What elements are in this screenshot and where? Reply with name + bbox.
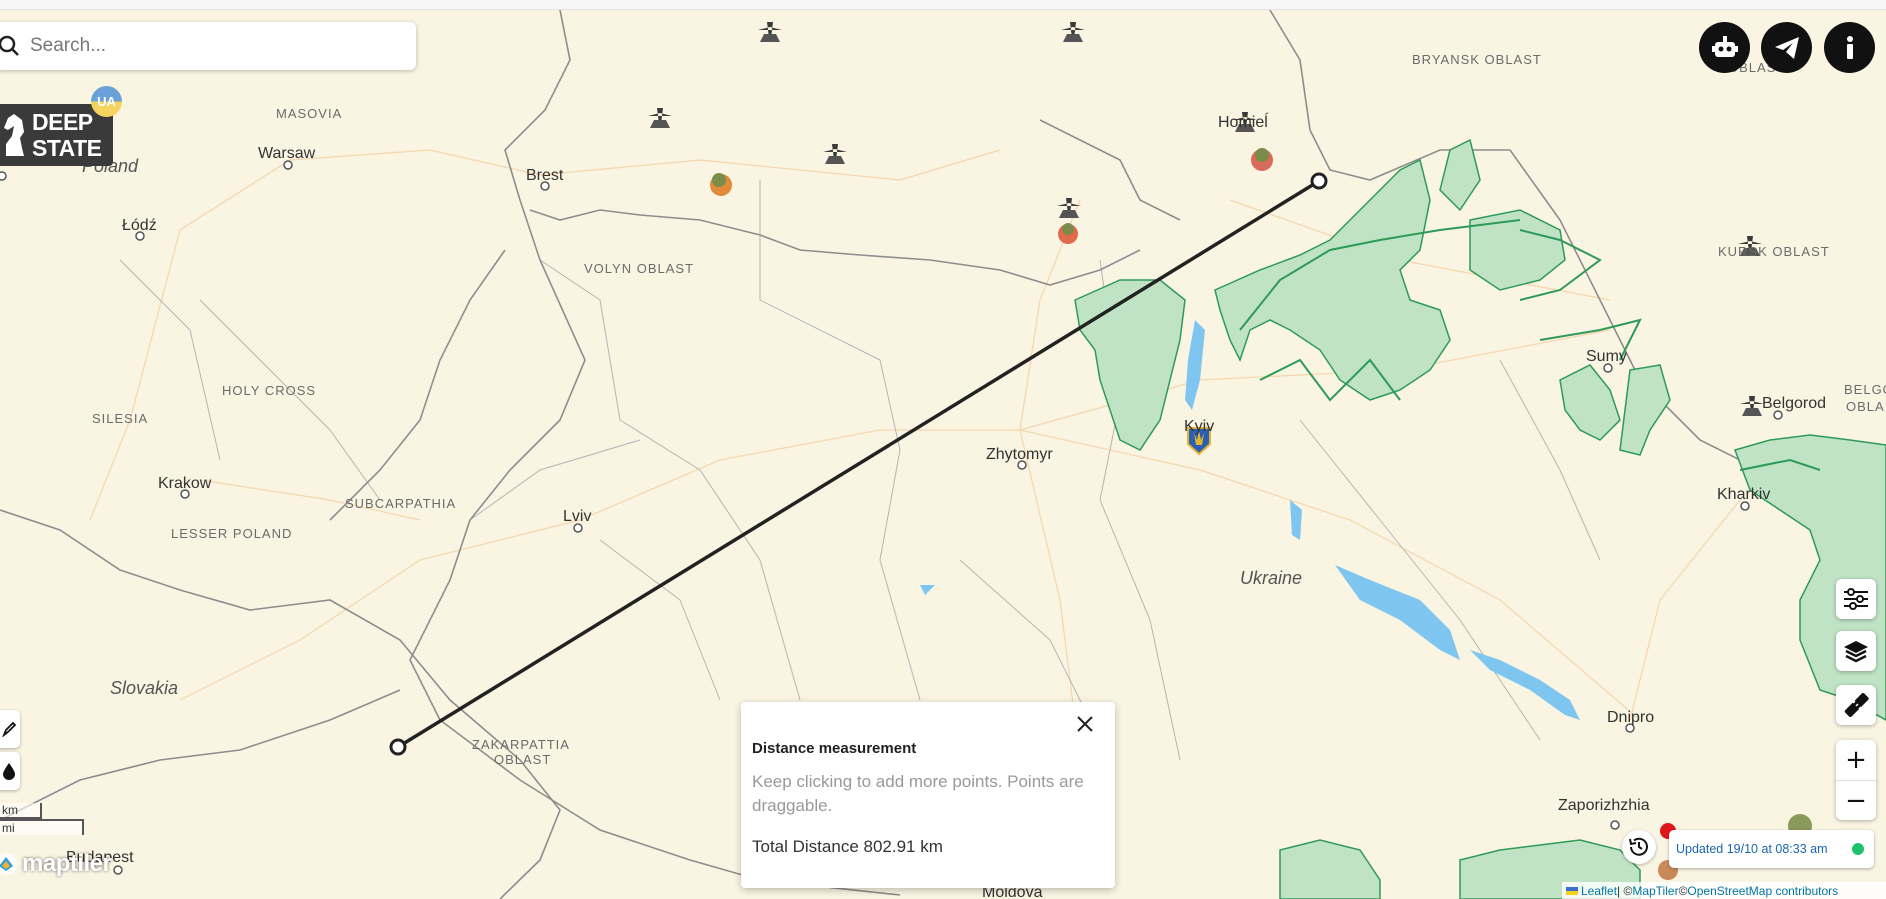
region-label: OBLA [1846,399,1885,414]
layers-icon [1844,641,1868,663]
popup-title: Distance measurement [752,740,917,757]
country-label: Slovakia [110,678,178,698]
robot-button[interactable] [1699,22,1750,73]
leaflet-link[interactable]: Leaflet [1581,884,1617,898]
region-label: ZAKARPATTIA [472,737,570,752]
attribution-sep: | © [1617,883,1633,898]
telegram-button[interactable] [1761,22,1812,73]
drop-button[interactable] [0,752,20,790]
region-label: OBLAST [494,752,551,767]
city-label: Sumy [1586,348,1627,365]
ruler-button[interactable] [1836,685,1876,725]
city-label: Łódź [122,217,157,234]
region-label: SILESIA [92,411,148,426]
pen-icon [2,721,16,737]
attribution-sep: © [1678,883,1688,898]
city-label: Krakow [158,475,212,492]
total-distance: Total Distance 802.91 km [752,837,943,856]
maptiler-logo[interactable]: maptiler [0,850,112,878]
scale-bar: km mi [0,803,84,835]
zoom-out-button[interactable]: − [1836,781,1876,821]
region-label: KURSK OBLAST [1718,244,1830,259]
city-label: Lviv [563,508,591,525]
info-button[interactable] [1824,22,1875,73]
telegram-icon [1774,36,1799,59]
region-label: HOLY CROSS [222,383,316,398]
live-indicator [1852,843,1864,855]
osm-link[interactable]: OpenStreetMap contributors [1687,884,1838,898]
measure-point-end[interactable] [1310,172,1328,190]
drop-icon [3,763,15,780]
robot-icon [1711,35,1738,57]
maptiler-link[interactable]: MapTiler [1632,884,1678,898]
ua-badge[interactable]: UA [91,86,122,117]
scale-km: km [0,803,42,819]
region-label: LESSER POLAND [171,526,292,541]
logo-text: DEEP STATE [32,109,102,161]
region-label: BRYANSK OBLAST [1412,52,1542,67]
close-icon[interactable] [1073,712,1097,736]
search-icon[interactable] [0,32,26,60]
ruler-icon [1844,693,1869,717]
search-input[interactable] [28,34,392,58]
zoom-in-button[interactable]: + [1836,740,1876,781]
history-icon [1629,837,1648,856]
region-label: VOLYN OBLAST [584,261,694,276]
maptiler-icon [0,853,17,875]
update-status[interactable]: Updated 19/10 at 08:33 am [1669,830,1874,868]
popup-hint: Keep clicking to add more points. Points… [752,772,1084,815]
city-label: Warsaw [258,145,316,162]
zoom-control: + − [1836,740,1876,820]
region-label: SUBCARPATHIA [345,496,456,511]
scale-mi: mi [0,819,84,835]
city-label: Zhytomyr [986,446,1053,463]
draw-button[interactable] [0,710,20,748]
maptiler-text: maptiler [22,850,112,877]
region-label: BELGOR [1844,382,1886,397]
filters-button[interactable] [1836,579,1876,619]
city-label: Kyiv [1184,418,1214,435]
distance-popup: Distance measurement Keep clicking to ad… [741,702,1115,888]
country-label: Ukraine [1240,568,1302,588]
city-label: Brest [526,167,564,184]
layers-button[interactable] [1836,631,1876,671]
search-bar [0,22,416,70]
history-button[interactable] [1622,830,1656,864]
city-label: Dnipro [1607,709,1654,726]
region-label: MASOVIA [276,106,342,121]
city-label: Homieĺ [1218,112,1269,131]
measure-point-start[interactable] [389,738,407,756]
sliders-icon [1844,588,1868,610]
city-label: Zaporizhzhia [1558,797,1650,814]
city-label: Belgorod [1762,395,1826,412]
knight-icon [4,114,24,156]
ukraine-flag-icon [1566,886,1578,895]
info-icon [1846,35,1853,59]
update-text: Updated 19/10 at 08:33 am [1676,842,1828,856]
browser-edge [0,0,1886,10]
city-label: Kharkiv [1717,486,1770,503]
attribution: Leaflet | © MapTiler © OpenStreetMap con… [1562,882,1886,899]
